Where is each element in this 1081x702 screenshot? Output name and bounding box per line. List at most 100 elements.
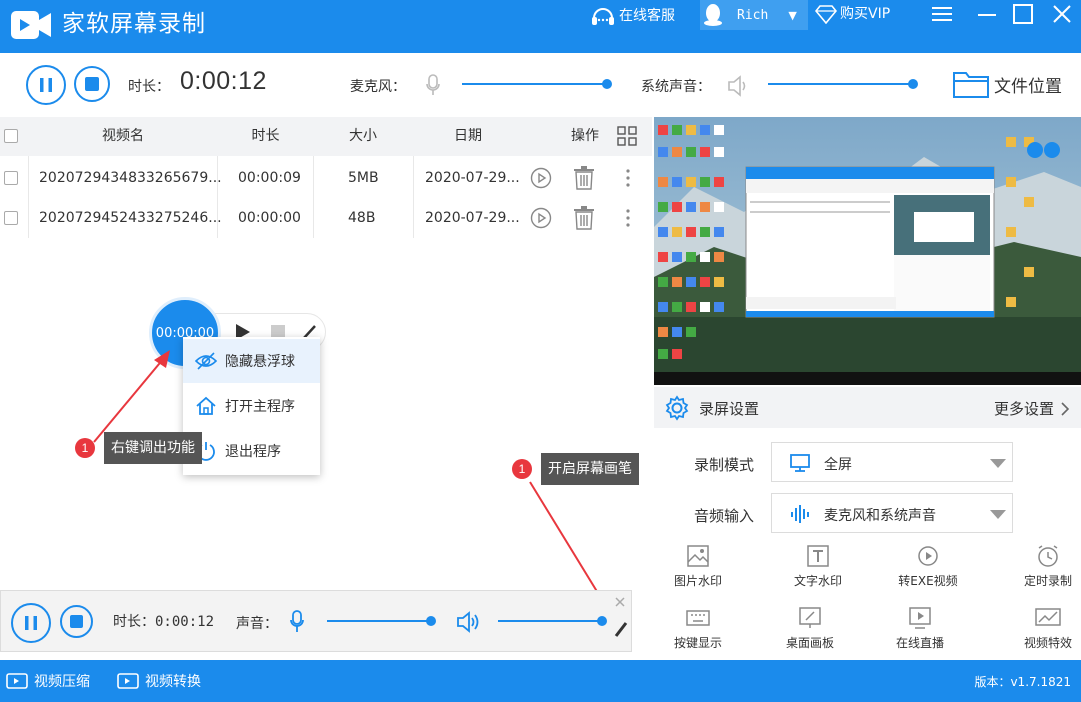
menu-item-exit[interactable]: 退出程序	[183, 429, 320, 473]
system-volume-slider[interactable]	[768, 78, 918, 90]
user-menu[interactable]: Rich ▼	[700, 0, 808, 30]
audio-input-label: 音频输入	[694, 507, 755, 525]
table-row[interactable]: 2020729434833265679... 00:00:09 5MB 2020…	[0, 158, 652, 198]
context-menu: 隐藏悬浮球 打开主程序 退出程序	[183, 337, 320, 475]
app-title: 家软屏幕录制	[62, 11, 206, 37]
mini-system-knob[interactable]	[597, 616, 607, 626]
row-checkbox[interactable]	[4, 211, 18, 225]
select-all-checkbox[interactable]	[4, 129, 18, 143]
row-video-name: 2020729452433275246...	[39, 210, 222, 226]
mic-volume-knob[interactable]	[602, 79, 612, 89]
header-actions: 操作	[571, 128, 599, 144]
row-checkbox[interactable]	[4, 171, 18, 185]
row-size: 5MB	[348, 170, 379, 186]
row-date: 2020-07-29...	[425, 210, 520, 226]
stop-button[interactable]	[74, 66, 110, 102]
microphone-icon[interactable]	[289, 609, 305, 635]
pen-icon[interactable]	[613, 611, 629, 639]
online-service-label: 在线客服	[619, 8, 675, 24]
menu-item-hide-ball[interactable]: 隐藏悬浮球	[183, 339, 320, 383]
tool-convert-exe[interactable]: 转EXE视频	[888, 544, 968, 589]
stop-icon	[85, 77, 99, 91]
minimize-icon[interactable]	[975, 2, 999, 26]
mini-pause-button[interactable]	[11, 603, 51, 643]
record-settings-body: 录制模式 全屏 音频输入 麦克风和系统声音 图片水印 文字水印 转EXE视频 定…	[654, 428, 1081, 656]
more-icon[interactable]	[624, 168, 632, 188]
pause-icon	[25, 616, 37, 630]
settings-title: 录屏设置	[699, 400, 760, 418]
file-location-button[interactable]: 文件位置	[952, 69, 1062, 99]
speaker-icon[interactable]	[456, 611, 482, 633]
headset-icon	[592, 8, 614, 25]
table-row[interactable]: 2020729452433275246... 00:00:00 48B 2020…	[0, 198, 652, 238]
header-video-name: 视频名	[102, 128, 144, 144]
maximize-icon[interactable]	[1011, 2, 1035, 26]
mic-volume-slider[interactable]	[462, 78, 612, 90]
header-size: 大小	[349, 128, 377, 144]
file-location-label: 文件位置	[994, 76, 1062, 97]
close-icon[interactable]	[615, 597, 625, 607]
version-label: 版本：v1.7.1821	[974, 675, 1071, 689]
speaker-icon[interactable]	[727, 75, 751, 97]
video-convert-button[interactable]: 视频转换	[117, 671, 201, 691]
buy-vip-button[interactable]: 购买VIP	[815, 4, 890, 24]
grid-view-icon[interactable]	[617, 126, 637, 146]
diamond-icon	[815, 5, 837, 24]
menu-item-open-main[interactable]: 打开主程序	[183, 384, 320, 428]
text-icon	[807, 545, 829, 567]
mini-system-slider[interactable]	[498, 615, 608, 627]
row-duration: 00:00:09	[238, 170, 301, 186]
app-logo-icon	[11, 11, 51, 39]
video-compress-label: 视频压缩	[34, 674, 90, 690]
tool-image-watermark[interactable]: 图片水印	[658, 544, 738, 589]
play-icon[interactable]	[530, 167, 552, 189]
microphone-icon[interactable]	[425, 73, 441, 97]
video-compress-icon	[6, 673, 28, 689]
menu-item-label: 隐藏悬浮球	[225, 354, 295, 370]
annotation-badge: 1	[512, 459, 532, 479]
home-icon	[196, 396, 216, 415]
keyboard-icon	[686, 610, 710, 626]
menu-icon[interactable]	[930, 2, 954, 26]
delete-icon[interactable]	[573, 206, 595, 230]
audio-wave-icon	[791, 505, 809, 523]
desktop-preview-image	[654, 117, 1081, 385]
chevron-down-icon: ▼	[788, 8, 797, 22]
more-settings-link[interactable]: 更多设置	[994, 398, 1070, 419]
tool-keystroke-display[interactable]: 按键显示	[658, 606, 738, 651]
tool-text-watermark[interactable]: 文字水印	[778, 544, 858, 589]
record-mode-select[interactable]: 全屏	[771, 442, 1013, 482]
online-service-button[interactable]: 在线客服	[590, 4, 675, 28]
mini-mic-knob[interactable]	[426, 616, 436, 626]
qq-user-icon	[704, 4, 722, 26]
gear-icon	[665, 395, 689, 421]
user-name: Rich	[737, 7, 769, 23]
row-video-name: 2020729434833265679...	[39, 170, 222, 186]
audio-input-select[interactable]: 麦克风和系统声音	[771, 493, 1013, 533]
mini-mic-slider[interactable]	[327, 615, 437, 627]
play-icon[interactable]	[530, 207, 552, 229]
audio-input-value: 麦克风和系统声音	[824, 508, 936, 524]
tool-video-effects[interactable]: 视频特效	[1008, 606, 1081, 651]
tool-desktop-board[interactable]: 桌面画板	[770, 606, 850, 651]
folder-icon	[953, 72, 989, 98]
tool-live-stream[interactable]: 在线直播	[880, 606, 960, 651]
mini-duration: 时长：0:00:12	[113, 614, 215, 630]
nested-app-window	[745, 166, 995, 318]
mini-recording-bar: 时长：0:00:12 声音：	[0, 590, 632, 652]
video-compress-button[interactable]: 视频压缩	[6, 671, 90, 691]
tool-scheduled-record[interactable]: 定时录制	[1008, 544, 1081, 589]
more-icon[interactable]	[624, 208, 632, 228]
chevron-down-icon	[990, 510, 1006, 519]
record-settings-header: 录屏设置 更多设置	[654, 387, 1081, 428]
system-volume-knob[interactable]	[908, 79, 918, 89]
header-duration: 时长	[251, 128, 280, 144]
buy-vip-label: 购买VIP	[840, 6, 891, 22]
pause-button[interactable]	[26, 65, 66, 105]
monitor-icon	[790, 454, 810, 472]
delete-icon[interactable]	[573, 166, 595, 190]
mini-stop-button[interactable]	[60, 605, 93, 638]
image-icon	[687, 545, 709, 567]
close-icon[interactable]	[1050, 2, 1074, 26]
sound-label: 声音：	[236, 616, 278, 632]
